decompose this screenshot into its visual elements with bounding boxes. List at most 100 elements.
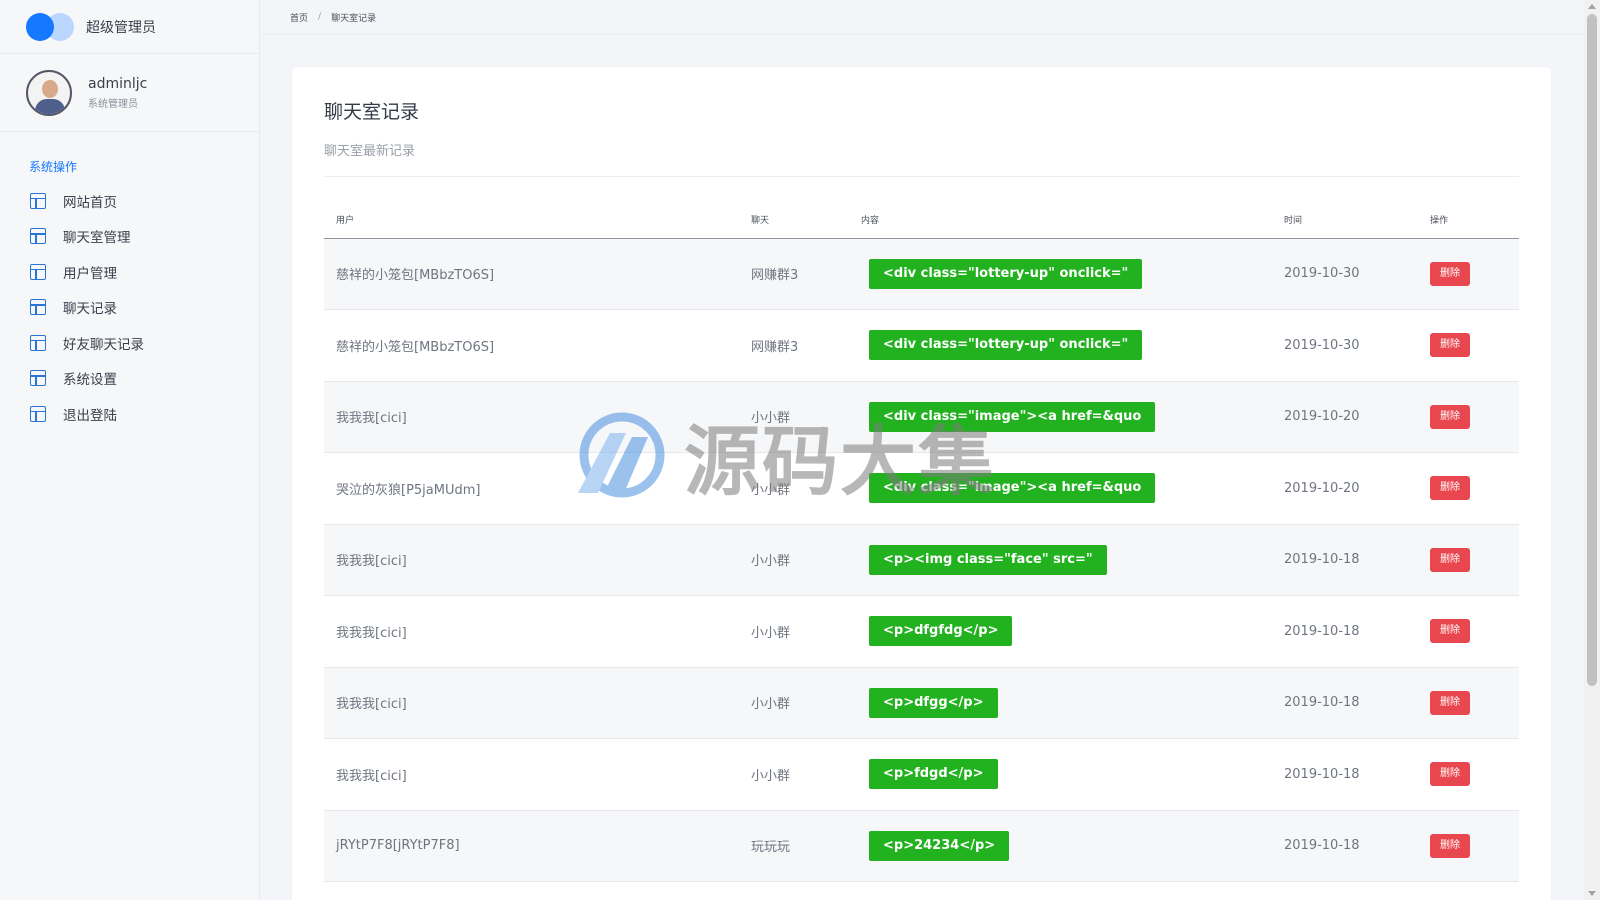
cell-time: 2019-10-30: [1272, 238, 1418, 310]
cell-chat: 小小群: [739, 738, 849, 811]
brand-title: 超级管理员: [86, 19, 156, 36]
layout-icon: [30, 192, 46, 209]
cell-content: <p>24234</p>: [849, 810, 1272, 882]
cell-action: 删除: [1418, 309, 1519, 382]
layout-icon: [30, 405, 46, 422]
scroll-down-arrow-icon[interactable]: [1588, 891, 1596, 896]
table-header-row: 用户 聊天 内容 时间 操作: [324, 202, 1519, 239]
breadcrumb-home[interactable]: 首页: [290, 11, 308, 24]
delete-button[interactable]: 删除: [1430, 333, 1470, 358]
content-badge: <div class="image"><a href=&quo: [869, 401, 1156, 432]
user-info: adminljc 系统管理员: [88, 76, 147, 110]
cell-time: 2019-10-18: [1272, 810, 1418, 882]
cell-user: 我我我[cici]: [324, 667, 739, 739]
records-table: 用户 聊天 内容 时间 操作 慈祥的小笼包[MBbzTO6S] 网赚群3 <di…: [324, 202, 1519, 882]
header-content: 内容: [849, 202, 1272, 239]
cell-user: 我我我[cici]: [324, 381, 739, 453]
table-row: 我我我[cici] 小小群 <p><img class="face" src="…: [324, 524, 1519, 596]
content-badge: <div class="lottery-up" onclick=": [869, 330, 1143, 361]
cell-chat: 小小群: [739, 667, 849, 739]
content-badge: <div class="lottery-up" onclick=": [869, 258, 1143, 289]
breadcrumb-separator: /: [318, 12, 322, 22]
table-row: 我我我[cici] 小小群 <p>dfgfdg</p> 2019-10-18 删…: [324, 595, 1519, 668]
sidebar-item-logout[interactable]: 退出登陆: [0, 396, 259, 432]
cell-time: 2019-10-18: [1272, 738, 1418, 811]
cell-action: 删除: [1418, 524, 1519, 596]
table-row: 我我我[cici] 小小群 <div class="image"><a href…: [324, 381, 1519, 453]
cell-content: <div class="image"><a href=&quo: [849, 381, 1272, 453]
cell-user: jRYtP7F8[jRYtP7F8]: [324, 810, 739, 882]
delete-button[interactable]: 删除: [1430, 833, 1470, 858]
page-title: 聊天室记录: [324, 101, 420, 123]
header-user: 用户: [324, 202, 739, 239]
content-badge: <p>dfgfdg</p>: [869, 616, 1013, 647]
cell-content: <p>dfgg</p>: [849, 667, 1272, 739]
cell-user: 我我我[cici]: [324, 595, 739, 668]
layout-icon: [30, 334, 46, 351]
cell-action: 删除: [1418, 667, 1519, 739]
cell-chat: 小小群: [739, 381, 849, 453]
cell-time: 2019-10-20: [1272, 452, 1418, 525]
nav-section-title: 系统操作: [29, 160, 78, 174]
header-action: 操作: [1418, 202, 1519, 239]
cell-time: 2019-10-18: [1272, 524, 1418, 596]
cell-time: 2019-10-30: [1272, 309, 1418, 382]
cell-action: 删除: [1418, 595, 1519, 668]
content-badge: <p><img class="face" src=": [869, 544, 1107, 575]
delete-button[interactable]: 删除: [1430, 547, 1470, 572]
user-name: adminljc: [88, 75, 148, 92]
table-row: jRYtP7F8[jRYtP7F8] 玩玩玩 <p>24234</p> 2019…: [324, 810, 1519, 882]
cell-user: 慈祥的小笼包[MBbzTO6S]: [324, 309, 739, 382]
cell-time: 2019-10-20: [1272, 381, 1418, 453]
cell-chat: 小小群: [739, 595, 849, 668]
cell-user: 我我我[cici]: [324, 738, 739, 811]
scroll-up-arrow-icon[interactable]: [1588, 4, 1596, 9]
records-card: 聊天室记录 聊天室最新记录 用户 聊天 内容 时间 操作 慈祥的小笼包[MBbz…: [292, 67, 1551, 900]
delete-button[interactable]: 删除: [1430, 476, 1470, 501]
brand: 超级管理员: [0, 0, 259, 54]
cell-action: 删除: [1418, 810, 1519, 882]
scrollbar-thumb[interactable]: [1587, 14, 1597, 686]
sidebar-item-friend-chat-records[interactable]: 好友聊天记录: [0, 325, 259, 361]
cell-action: 删除: [1418, 381, 1519, 453]
cell-chat: 玩玩玩: [739, 810, 849, 882]
delete-button[interactable]: 删除: [1430, 690, 1470, 715]
content-badge: <p>24234</p>: [869, 830, 1010, 861]
avatar[interactable]: [26, 69, 72, 116]
cell-chat: 网赚群3: [739, 238, 849, 310]
cell-action: 删除: [1418, 738, 1519, 811]
breadcrumb-current: 聊天室记录: [331, 13, 377, 24]
delete-button[interactable]: 删除: [1430, 404, 1470, 429]
page-subtitle: 聊天室最新记录: [324, 144, 416, 159]
cell-content: <p><img class="face" src=": [849, 524, 1272, 596]
user-panel: adminljc 系统管理员: [0, 54, 259, 132]
sidebar-item-chat-records[interactable]: 聊天记录: [0, 290, 259, 326]
sidebar-item-label: 系统设置: [63, 372, 117, 389]
cell-chat: 小小群: [739, 452, 849, 525]
sidebar-nav: 网站首页 聊天室管理 用户管理 聊天记录 好友聊天记录 系统设置 退出登陆: [0, 183, 259, 432]
sidebar-item-home[interactable]: 网站首页: [0, 183, 259, 219]
layout-icon: [30, 263, 46, 280]
sidebar-item-label: 好友聊天记录: [63, 336, 144, 353]
table-row: 我我我[cici] 小小群 <p>fdgd</p> 2019-10-18 删除: [324, 738, 1519, 811]
sidebar-item-chatroom-management[interactable]: 聊天室管理: [0, 219, 259, 255]
layout-icon: [30, 228, 46, 245]
sidebar-item-system-settings[interactable]: 系统设置: [0, 361, 259, 397]
content-badge: <div class="image"><a href=&quo: [869, 473, 1156, 504]
table-row: 慈祥的小笼包[MBbzTO6S] 网赚群3 <div class="lotter…: [324, 238, 1519, 310]
cell-chat: 小小群: [739, 524, 849, 596]
sidebar: 超级管理员 adminljc 系统管理员 系统操作 网站首页 聊天室管理 用户管…: [0, 0, 260, 900]
header-time: 时间: [1272, 202, 1418, 239]
delete-button[interactable]: 删除: [1430, 762, 1470, 787]
user-role: 系统管理员: [88, 98, 138, 110]
layout-icon: [30, 299, 46, 316]
page-scrollbar[interactable]: [1584, 0, 1600, 900]
delete-button[interactable]: 删除: [1430, 261, 1470, 286]
layout-icon: [30, 370, 46, 387]
table-row: 哭泣的灰狼[P5jaMUdm] 小小群 <div class="image"><…: [324, 452, 1519, 525]
sidebar-item-user-management[interactable]: 用户管理: [0, 254, 259, 290]
cell-user: 我我我[cici]: [324, 524, 739, 596]
cell-time: 2019-10-18: [1272, 595, 1418, 668]
cell-chat: 网赚群3: [739, 309, 849, 382]
delete-button[interactable]: 删除: [1430, 619, 1470, 644]
